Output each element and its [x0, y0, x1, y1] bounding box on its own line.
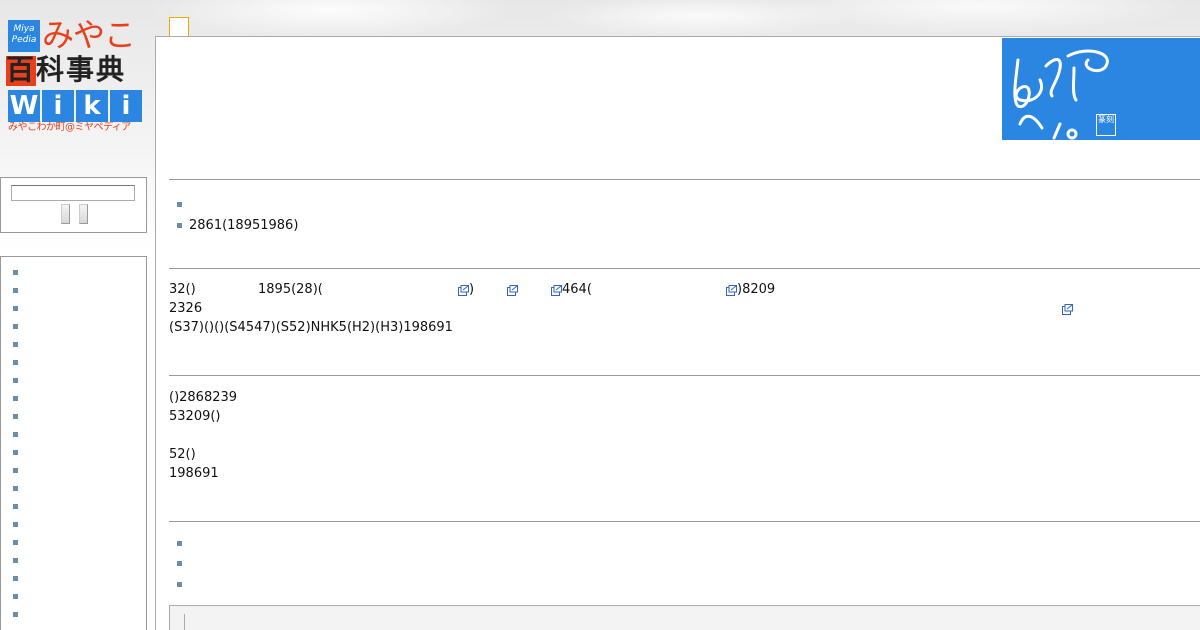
sidebar-item[interactable] [1, 497, 146, 515]
logo-wiki-tiles: W i k i [8, 90, 142, 122]
logo-miyako-text: みやこ [42, 16, 136, 54]
tab-page[interactable] [169, 17, 189, 37]
sidebar-item[interactable] [1, 623, 146, 630]
sidebar-item[interactable] [1, 407, 146, 425]
external-link-icon[interactable] [1062, 304, 1073, 315]
sidebar-item[interactable] [1, 389, 146, 407]
sidebar-item[interactable] [1, 299, 146, 317]
search-button[interactable] [61, 204, 70, 224]
seal-stamp: 篆刻 [1096, 114, 1116, 136]
header-banner: 篆刻 [1002, 38, 1200, 140]
sidebar-item[interactable] [1, 551, 146, 569]
sidebar-item[interactable] [1, 605, 146, 623]
sidebar-item[interactable] [1, 587, 146, 605]
sidebar-item[interactable] [1, 317, 146, 335]
code-block-rule [184, 614, 185, 630]
logo-subtitle: みやこわか町@ミヤペディア [8, 122, 131, 133]
body-text: ()2868239 [169, 390, 238, 405]
list-bullet [177, 561, 182, 566]
sidebar-item[interactable] [1, 479, 146, 497]
list-bullet [177, 541, 182, 546]
miyapedia-badge: Miya Pedia [8, 20, 40, 52]
sidebar-item[interactable] [1, 281, 146, 299]
summary-item: 2861(18951986) [189, 218, 299, 233]
body-text: ) [469, 282, 475, 297]
search-input[interactable] [11, 185, 135, 201]
section-divider [169, 375, 1200, 376]
sidebar-item[interactable] [1, 335, 146, 353]
list-bullet [177, 223, 182, 228]
logo-encyclopedia-text: 百科事典 [6, 53, 127, 86]
body-text: 1895(28)( [258, 282, 323, 297]
logo-wiki-tile: i [42, 90, 74, 122]
list-bullet [177, 582, 182, 587]
body-text: 52() [169, 447, 196, 462]
sidebar-item[interactable] [1, 533, 146, 551]
body-text: 53209() [169, 409, 221, 424]
sidebar-item[interactable] [1, 461, 146, 479]
logo-wiki-tile: k [76, 90, 108, 122]
sidebar-item[interactable] [1, 515, 146, 533]
external-link-icon[interactable] [507, 285, 518, 296]
code-block [169, 605, 1200, 630]
section-divider [169, 268, 1200, 269]
body-text: 198691 [169, 466, 219, 481]
section-divider [169, 179, 1200, 180]
section-divider [169, 521, 1200, 522]
sidebar-item[interactable] [1, 425, 146, 443]
sidebar-item[interactable] [1, 443, 146, 461]
external-link-icon[interactable] [458, 285, 469, 296]
sidebar-item[interactable] [1, 569, 146, 587]
sidebar-nav [0, 256, 147, 630]
body-text: (S37)()()(S4547)(S52)NHK5(H2)(H3)198691 [169, 320, 453, 335]
external-link-icon[interactable] [726, 285, 737, 296]
logo-wiki-tile: W [8, 90, 40, 122]
external-link-icon[interactable] [551, 285, 562, 296]
sidebar-item[interactable] [1, 263, 146, 281]
list-bullet [177, 202, 182, 207]
logo-wiki-tile: i [110, 90, 142, 122]
body-text: )8209 [737, 282, 776, 297]
go-button[interactable] [79, 204, 88, 224]
sidebar-item[interactable] [1, 371, 146, 389]
body-text: 2326 [169, 301, 203, 316]
search-panel [0, 177, 147, 233]
sidebar-item[interactable] [1, 353, 146, 371]
site-logo[interactable]: Miya Pedia みやこ 百科事典 W i k i みやこわか町@ミヤペディ… [6, 16, 144, 136]
body-text: 32() [169, 282, 196, 297]
body-text: 464( [562, 282, 592, 297]
